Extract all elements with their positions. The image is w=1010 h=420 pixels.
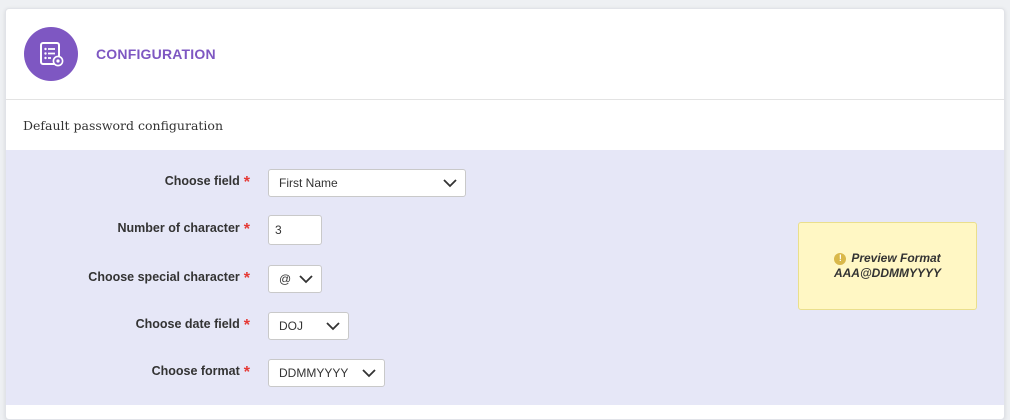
info-icon: ! xyxy=(834,252,847,265)
preview-value: AAA@DDMMYYYY xyxy=(833,266,942,280)
date-field-select[interactable]: DOJ xyxy=(268,312,349,340)
configuration-card: CONFIGURATION Default password configura… xyxy=(5,8,1005,420)
required-mark: * xyxy=(243,270,250,287)
date-field-label: Choose date field xyxy=(135,317,240,331)
special-character-value: @ xyxy=(279,272,292,286)
choose-field-label: Choose field xyxy=(164,174,240,188)
number-of-character-value: 3 xyxy=(275,223,282,237)
choose-field-row: Choose field * First Name xyxy=(6,168,1004,198)
section-title: Default password configuration xyxy=(6,100,1004,151)
special-character-select[interactable]: @ xyxy=(268,265,322,293)
number-of-character-input[interactable]: 3 xyxy=(268,215,322,245)
card-header: CONFIGURATION xyxy=(6,9,1004,100)
number-of-character-label: Number of character xyxy=(117,221,240,235)
choose-field-value: First Name xyxy=(279,176,338,190)
preview-format-box: ! Preview Format AAA@DDMMYYYY xyxy=(798,222,977,310)
date-field-row: Choose date field * DOJ xyxy=(6,311,1004,341)
chevron-down-icon xyxy=(326,322,340,331)
required-mark: * xyxy=(243,174,250,191)
required-mark: * xyxy=(243,364,250,381)
date-field-value: DOJ xyxy=(279,319,303,333)
format-value: DDMMYYYY xyxy=(279,366,349,380)
chevron-down-icon xyxy=(443,179,457,188)
required-mark: * xyxy=(243,221,250,238)
required-mark: * xyxy=(243,317,250,334)
settings-list-icon xyxy=(24,27,78,81)
format-label: Choose format xyxy=(151,364,240,378)
page-title: CONFIGURATION xyxy=(96,46,216,62)
special-character-label: Choose special character xyxy=(88,270,240,284)
chevron-down-icon xyxy=(299,275,313,284)
format-row: Choose format * DDMMYYYY xyxy=(6,358,1004,388)
format-select[interactable]: DDMMYYYY xyxy=(268,359,385,387)
choose-field-select[interactable]: First Name xyxy=(268,169,466,197)
preview-title: Preview Format xyxy=(851,251,941,265)
chevron-down-icon xyxy=(362,369,376,378)
